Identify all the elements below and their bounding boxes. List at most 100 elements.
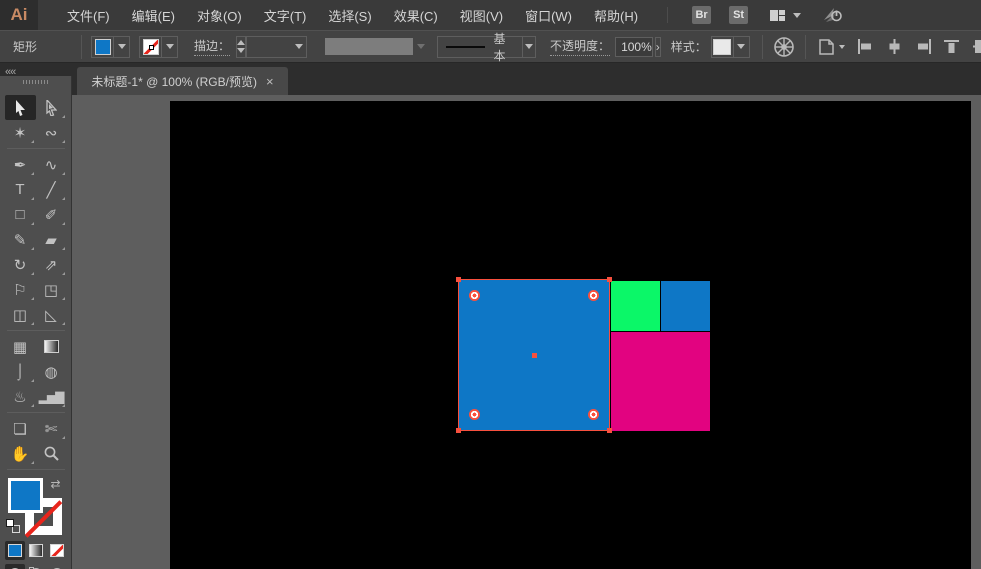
eraser-tool[interactable]: ▰ [36, 227, 67, 252]
width-profile-chevron-down-icon [417, 44, 425, 49]
stroke-chevron-down-icon[interactable] [166, 44, 174, 49]
align-horizontal-center-icon[interactable] [886, 39, 903, 54]
selection-tool[interactable] [5, 95, 36, 120]
magenta-square[interactable] [611, 332, 710, 431]
direct-selection-tool[interactable] [36, 95, 67, 120]
menu-view[interactable]: 视图(V) [449, 0, 514, 30]
fill-indicator[interactable] [8, 478, 43, 513]
menu-object[interactable]: 对象(O) [186, 0, 253, 30]
tab-close-icon[interactable]: × [266, 75, 274, 88]
gpu-performance-icon[interactable] [821, 6, 843, 24]
selection-handle[interactable] [456, 428, 461, 433]
menu-file[interactable]: 文件(F) [56, 0, 121, 30]
selection-bounding-box [458, 279, 610, 431]
column-graph-tool[interactable]: ▂▅▇ [36, 384, 67, 409]
document-tab[interactable]: 未标题-1* @ 100% (RGB/预览) × [77, 67, 288, 95]
paintbrush-tool[interactable]: ✐ [36, 202, 67, 227]
rectangle-tool[interactable]: □ [5, 202, 36, 227]
mesh-tool[interactable]: ▦ [5, 334, 36, 359]
drawing-mode-buttons [5, 564, 67, 569]
slice-tool[interactable]: ✄ [36, 416, 67, 441]
align-vertical-center-icon[interactable] [973, 39, 981, 54]
color-button[interactable] [5, 541, 25, 560]
default-fill-stroke-icon[interactable] [6, 519, 20, 533]
menu-select[interactable]: 选择(S) [317, 0, 382, 30]
selection-handle[interactable] [607, 428, 612, 433]
document-setup-icon[interactable] [816, 37, 845, 57]
scale-tool[interactable]: ⇗ [36, 252, 67, 277]
artboard-tool[interactable]: ❏ [5, 416, 36, 441]
app-logo: Ai [0, 0, 38, 30]
type-tool[interactable]: T [5, 177, 36, 202]
brush-stroke-preview [446, 46, 485, 48]
workspace-chevron-down-icon[interactable] [793, 13, 801, 18]
fill-chevron-down-icon[interactable] [118, 44, 126, 49]
menu-window[interactable]: 窗口(W) [514, 0, 583, 30]
hand-tool[interactable]: ✋ [5, 441, 36, 466]
blend-tool[interactable]: ◍ [36, 359, 67, 384]
style-dropdown[interactable] [711, 36, 750, 58]
curvature-tool[interactable]: ∿ [36, 152, 67, 177]
live-corner-widget[interactable] [588, 290, 599, 301]
stock-button[interactable]: St [729, 6, 748, 24]
draw-inside-icon[interactable] [47, 564, 67, 569]
control-bar: 矩形 描边： 基本 不透明度： 100% › 样式 [0, 30, 981, 63]
menubar-separator [667, 7, 668, 23]
opacity-label[interactable]: 不透明度： [550, 37, 610, 56]
menu-edit[interactable]: 编辑(E) [121, 0, 186, 30]
swap-fill-stroke-icon[interactable]: ⇄ [51, 477, 61, 491]
align-vertical-top-icon[interactable] [944, 39, 961, 54]
fill-color-control[interactable] [91, 36, 130, 58]
lasso-tool[interactable]: ∾ [36, 120, 67, 145]
none-button[interactable] [47, 541, 67, 560]
width-profile-dropdown [325, 38, 425, 55]
live-corner-widget[interactable] [469, 290, 480, 301]
align-buttons [857, 39, 981, 54]
opacity-next-button[interactable]: › [655, 37, 661, 57]
align-horizontal-left-icon[interactable] [857, 39, 874, 54]
recolor-artwork-icon[interactable] [773, 36, 795, 58]
stroke-color-control[interactable] [139, 36, 178, 58]
perspective-grid-tool[interactable]: ◺ [36, 302, 67, 327]
fill-color-swatch[interactable] [95, 39, 111, 55]
line-segment-tool[interactable]: ╱ [36, 177, 67, 202]
zoom-tool[interactable] [36, 441, 67, 466]
selection-handle[interactable] [456, 277, 461, 282]
menu-help[interactable]: 帮助(H) [583, 0, 649, 30]
live-corner-widget[interactable] [469, 409, 480, 420]
workspace-switcher-icon[interactable] [770, 10, 785, 21]
canvas-area[interactable] [72, 95, 981, 569]
draw-behind-icon[interactable] [26, 564, 46, 569]
menu-type[interactable]: 文字(T) [253, 0, 318, 30]
stroke-weight-chevron-down-icon [295, 44, 303, 49]
stroke-weight-stepper[interactable] [236, 36, 246, 58]
align-horizontal-right-icon[interactable] [915, 39, 932, 54]
eyedropper-tool[interactable]: ⌡ [5, 359, 36, 384]
green-square[interactable] [611, 281, 660, 331]
stroke-weight-label[interactable]: 描边： [194, 37, 230, 56]
brush-definition-dropdown[interactable]: 基本 [437, 36, 536, 58]
gradient-button[interactable] [26, 541, 46, 560]
shaper-tool[interactable]: ✎ [5, 227, 36, 252]
selection-handle[interactable] [607, 277, 612, 282]
selection-center-point[interactable] [532, 353, 537, 358]
width-tool[interactable]: ⚐ [5, 277, 36, 302]
symbol-sprayer-tool[interactable]: ♨ [5, 384, 36, 409]
magic-wand-tool[interactable]: ✶ [5, 120, 36, 145]
small-blue-square[interactable] [661, 281, 710, 331]
free-transform-tool[interactable]: ◳ [36, 277, 67, 302]
opacity-field[interactable]: 100% [615, 37, 653, 57]
stroke-weight-dropdown[interactable] [246, 36, 307, 58]
draw-normal-icon[interactable] [5, 564, 25, 569]
shape-builder-tool[interactable]: ◫ [5, 302, 36, 327]
style-swatch[interactable] [713, 39, 731, 55]
gradient-tool[interactable] [36, 334, 67, 359]
live-corner-widget[interactable] [588, 409, 599, 420]
menu-effect[interactable]: 效果(C) [383, 0, 449, 30]
pen-tool[interactable]: ✒ [5, 152, 36, 177]
tools-panel-grip[interactable] [23, 80, 49, 84]
rotate-tool[interactable]: ↻ [5, 252, 36, 277]
brush-chevron-down-icon[interactable] [525, 44, 533, 49]
stroke-none-swatch[interactable] [143, 39, 159, 55]
bridge-button[interactable]: Br [692, 6, 711, 24]
